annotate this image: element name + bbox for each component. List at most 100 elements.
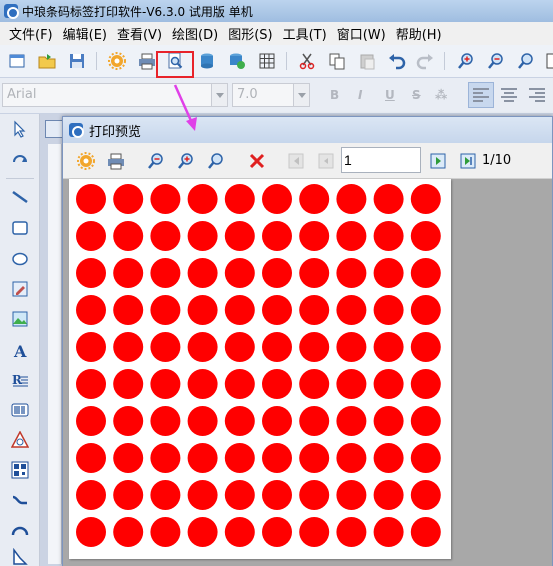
round-label: [150, 443, 181, 473]
menu-window[interactable]: 窗口(W): [332, 24, 391, 43]
align-left-button[interactable]: [468, 82, 494, 108]
rectangle-icon[interactable]: [9, 217, 31, 239]
zoom-out-icon[interactable]: [145, 150, 167, 172]
round-label: [299, 443, 330, 473]
round-label: [150, 295, 181, 325]
last-page-icon[interactable]: [457, 150, 479, 172]
zoom-actual-icon[interactable]: [543, 50, 553, 72]
toolbar-divider: [286, 52, 287, 70]
copy-icon[interactable]: [326, 50, 348, 72]
font-name-select[interactable]: Arial: [2, 83, 228, 107]
round-label: [187, 332, 218, 362]
close-icon[interactable]: [246, 150, 268, 172]
database-icon[interactable]: [196, 50, 218, 72]
rich-text-icon[interactable]: R: [9, 369, 31, 391]
settings-icon[interactable]: [75, 150, 97, 172]
zoom-out-icon[interactable]: [485, 50, 507, 72]
round-label: [187, 221, 218, 251]
round-label: [113, 517, 144, 547]
window-title: 中琅条码标签打印软件-V6.3.0 试用版 单机: [22, 4, 253, 19]
grid-icon[interactable]: [256, 50, 278, 72]
align-center-button[interactable]: [496, 82, 522, 108]
preview-page: [69, 179, 451, 559]
bold-button[interactable]: B: [330, 88, 339, 102]
round-label: [76, 369, 106, 399]
cut-icon[interactable]: [296, 50, 318, 72]
round-label: [336, 517, 367, 547]
shape-icon[interactable]: [9, 429, 31, 451]
round-label: [336, 443, 367, 473]
page-number-input[interactable]: [341, 147, 421, 173]
database-settings-icon[interactable]: [226, 50, 248, 72]
first-page-icon[interactable]: [285, 150, 307, 172]
select-icon[interactable]: [9, 118, 31, 140]
round-label: [373, 295, 404, 325]
menu-tools[interactable]: 工具(T): [278, 24, 332, 43]
menu-view[interactable]: 查看(V): [112, 24, 167, 43]
rotate-icon[interactable]: [9, 148, 31, 170]
round-label: [76, 332, 106, 362]
ellipse-icon[interactable]: [9, 248, 31, 270]
next-page-icon[interactable]: [427, 150, 449, 172]
print-icon[interactable]: [136, 50, 158, 72]
round-label: [187, 295, 218, 325]
barcode-icon[interactable]: [9, 399, 31, 421]
label-grid: [76, 184, 441, 547]
new-icon[interactable]: [6, 50, 28, 72]
paste-icon[interactable]: [356, 50, 378, 72]
round-label: [410, 258, 441, 288]
line-icon[interactable]: [9, 186, 31, 208]
menu-edit[interactable]: 编辑(E): [58, 24, 112, 43]
arc-icon[interactable]: [9, 519, 31, 541]
curve-icon[interactable]: [9, 489, 31, 511]
round-label: [224, 221, 255, 251]
zoom-in-icon[interactable]: [175, 150, 197, 172]
round-label: [150, 406, 181, 436]
picture-icon[interactable]: [9, 308, 31, 330]
round-label: [76, 517, 106, 547]
round-label: [373, 332, 404, 362]
align-right-button[interactable]: [524, 82, 550, 108]
round-label: [262, 369, 292, 399]
prev-page-icon[interactable]: [315, 150, 337, 172]
underline-button[interactable]: U: [385, 88, 395, 102]
save-icon[interactable]: [66, 50, 88, 72]
round-label: [336, 295, 367, 325]
open-icon[interactable]: [36, 50, 58, 72]
round-label: [113, 295, 144, 325]
menu-draw[interactable]: 绘图(D): [167, 24, 223, 43]
qrcode-icon[interactable]: [9, 459, 31, 481]
round-label: [224, 443, 255, 473]
window-titlebar: 中琅条码标签打印软件-V6.3.0 试用版 单机: [0, 0, 553, 22]
strikethrough-button[interactable]: S: [412, 88, 421, 102]
zoom-fit-icon[interactable]: [515, 50, 537, 72]
image-edit-icon[interactable]: [9, 278, 31, 300]
page-count: 1/10: [482, 153, 512, 168]
round-label: [187, 480, 218, 510]
round-label: [113, 369, 144, 399]
round-label: [262, 406, 292, 436]
round-label: [410, 406, 441, 436]
main-toolbar: [0, 45, 553, 78]
text-icon[interactable]: A: [9, 339, 31, 361]
round-label: [299, 184, 330, 214]
zoom-in-icon[interactable]: [455, 50, 477, 72]
menu-help[interactable]: 帮助(H): [391, 24, 447, 43]
round-label: [410, 480, 441, 510]
polygon-icon[interactable]: [9, 546, 31, 566]
zoom-fit-icon[interactable]: [205, 150, 227, 172]
char-spacing-icon[interactable]: ⁂: [435, 88, 447, 102]
preview-title: 打印预览: [89, 124, 142, 140]
redo-icon[interactable]: [414, 50, 436, 72]
round-label: [410, 184, 441, 214]
font-size-select[interactable]: 7.0: [232, 83, 310, 107]
menu-file[interactable]: 文件(F): [4, 24, 58, 43]
settings-icon[interactable]: [106, 50, 128, 72]
undo-icon[interactable]: [386, 50, 408, 72]
round-label: [150, 221, 181, 251]
print-icon[interactable]: [105, 150, 127, 172]
round-label: [299, 369, 330, 399]
menu-shape[interactable]: 图形(S): [223, 24, 277, 43]
preview-titlebar: 打印预览: [63, 117, 552, 143]
italic-button[interactable]: I: [358, 88, 362, 102]
